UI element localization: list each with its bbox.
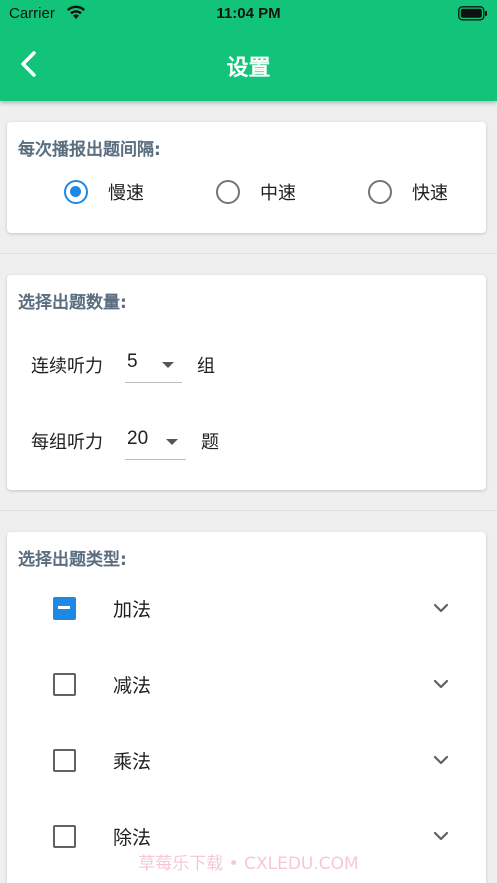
section-divider xyxy=(0,253,497,254)
chevron-down-icon[interactable] xyxy=(432,599,450,617)
status-time: 11:04 PM xyxy=(216,5,281,22)
checkbox-unchecked[interactable] xyxy=(53,673,76,696)
radio-option-slow[interactable]: 慢速 xyxy=(64,179,164,207)
radio-label: 快速 xyxy=(412,183,448,204)
type-row-subtraction[interactable]: 减法 xyxy=(7,673,486,733)
radio-button-unchecked[interactable] xyxy=(216,180,240,204)
chevron-down-icon[interactable] xyxy=(432,827,450,845)
page-title: 设置 xyxy=(226,56,271,81)
chevron-down-icon[interactable] xyxy=(432,751,450,769)
radio-option-fast[interactable]: 快速 xyxy=(368,179,468,207)
group-count-dropdown[interactable]: 5 xyxy=(125,349,182,383)
group-unit-label: 组 xyxy=(197,356,215,377)
radio-label: 慢速 xyxy=(108,183,144,204)
app-header: Carrier 11:04 PM 设置 xyxy=(0,0,497,101)
radio-label: 中速 xyxy=(260,183,296,204)
type-label: 减法 xyxy=(113,675,152,697)
type-label: 乘法 xyxy=(113,751,152,773)
type-label: 除法 xyxy=(113,827,152,849)
question-unit-label: 题 xyxy=(201,432,219,453)
dropdown-arrow-icon xyxy=(166,439,178,445)
status-bar: Carrier 11:04 PM xyxy=(0,0,497,28)
battery-icon xyxy=(458,6,487,21)
type-label: 加法 xyxy=(113,599,152,621)
radio-button-checked[interactable] xyxy=(64,180,88,204)
checkbox-unchecked[interactable] xyxy=(53,749,76,772)
interval-card: 每次播报出题间隔: 慢速 中速 快速 xyxy=(7,122,486,233)
count-card: 选择出题数量: 连续听力 5 组 每组听力 20 题 xyxy=(7,275,486,490)
interval-section-title: 每次播报出题间隔: xyxy=(18,140,161,160)
checkbox-unchecked[interactable] xyxy=(53,825,76,848)
type-card: 选择出题类型: 加法 减法 乘法 除法 xyxy=(7,532,486,883)
chevron-down-icon[interactable] xyxy=(432,675,450,693)
section-divider xyxy=(0,510,497,511)
type-section-title: 选择出题类型: xyxy=(18,550,127,570)
dropdown-arrow-icon xyxy=(162,362,174,368)
radio-button-unchecked[interactable] xyxy=(368,180,392,204)
question-count-value: 20 xyxy=(127,428,149,449)
count-section-title: 选择出题数量: xyxy=(18,293,127,313)
group-count-value: 5 xyxy=(127,351,138,372)
type-row-multiplication[interactable]: 乘法 xyxy=(7,749,486,809)
type-row-division[interactable]: 除法 xyxy=(7,825,486,883)
radio-option-medium[interactable]: 中速 xyxy=(216,179,316,207)
type-row-addition[interactable]: 加法 xyxy=(7,597,486,657)
question-count-dropdown[interactable]: 20 xyxy=(125,426,186,460)
consecutive-listening-label: 连续听力 xyxy=(31,356,103,377)
per-group-listening-label: 每组听力 xyxy=(31,432,103,453)
checkbox-indeterminate[interactable] xyxy=(53,597,76,620)
